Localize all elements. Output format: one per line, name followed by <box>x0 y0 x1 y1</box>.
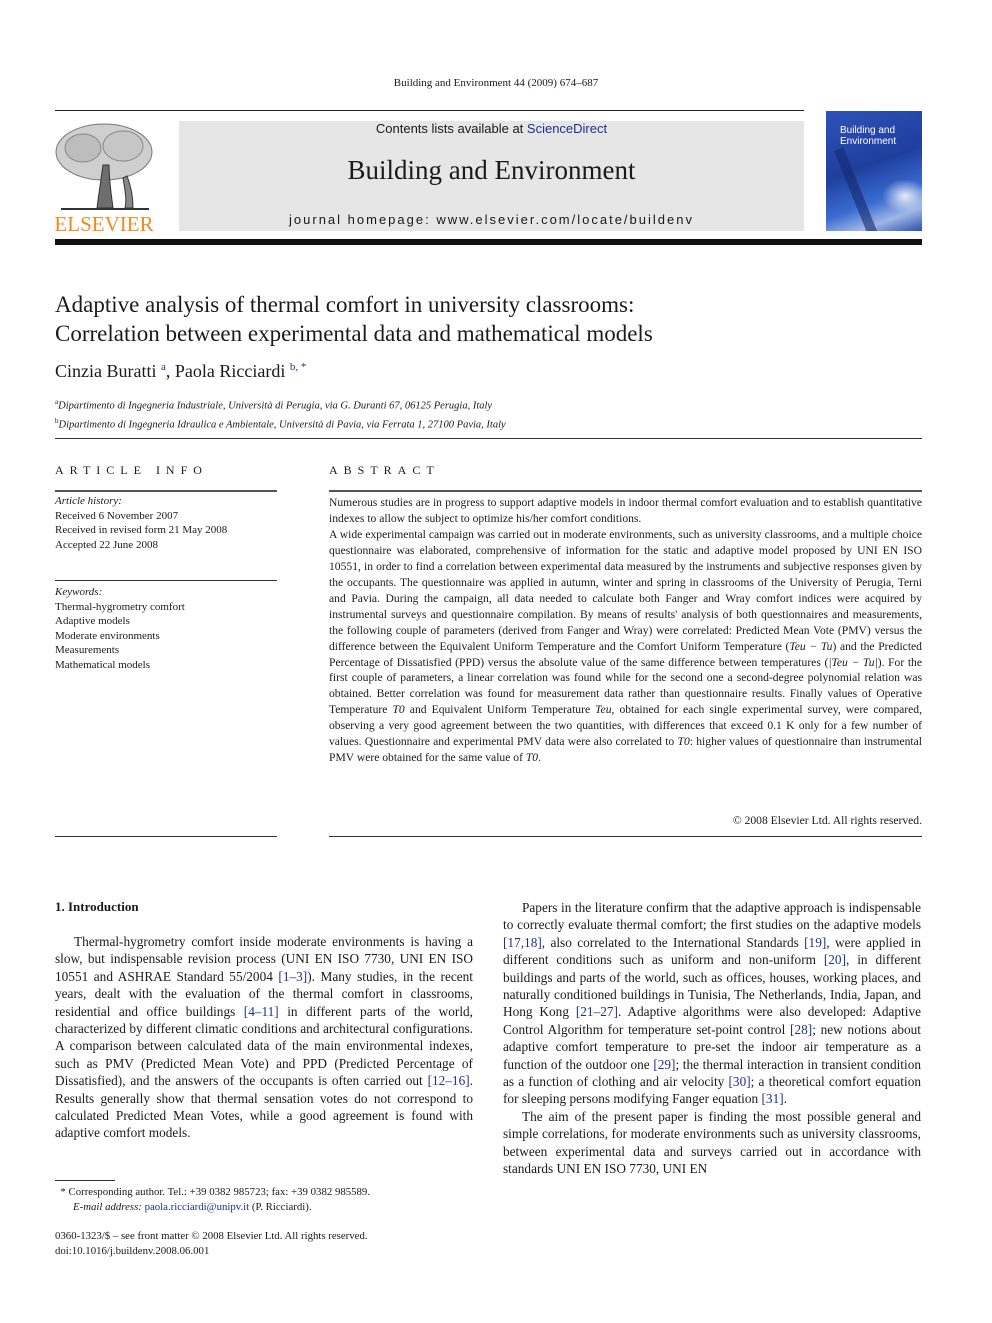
math-expression: |Teu − Tu| <box>828 655 878 669</box>
journal-name: Building and Environment <box>347 155 636 185</box>
history-item: Received in revised form 21 May 2008 <box>55 524 228 536</box>
doi-link[interactable]: doi:10.1016/j.buildenv.2008.06.001 <box>55 1244 368 1259</box>
journal-citation: Building and Environment 44 (2009) 674–6… <box>393 77 599 89</box>
citation-link[interactable]: [4–11] <box>244 1004 279 1019</box>
body-column-right: Papers in the literature confirm that th… <box>503 899 921 1178</box>
body-column-left: Thermal-hygrometry comfort inside modera… <box>55 933 473 1142</box>
citation-link[interactable]: [28] <box>790 1022 812 1037</box>
citation-link[interactable]: [30] <box>729 1074 751 1089</box>
math-symbol: T0 <box>677 735 690 749</box>
citation-link[interactable]: [17,18] <box>503 935 542 950</box>
keywords-rule <box>55 580 277 581</box>
math-symbol: T0 <box>392 703 405 717</box>
article-history: Article history: Received 6 November 200… <box>55 494 227 552</box>
citation-link[interactable]: [19] <box>804 935 826 950</box>
corresponding-author-footnote: * Corresponding author. Tel.: +39 0382 9… <box>60 1186 371 1213</box>
header-thick-rule <box>55 239 922 245</box>
email-label: E-mail address: <box>73 1200 145 1213</box>
front-matter-info: 0360-1323/$ – see front matter © 2008 El… <box>55 1229 368 1258</box>
section-heading-introduction: 1. Introduction <box>55 899 139 914</box>
footnote-rule <box>55 1180 115 1181</box>
author-name: Cinzia Buratti <box>55 361 157 381</box>
math-symbol: T0 <box>525 751 539 765</box>
citation-link[interactable]: [20] <box>824 952 846 967</box>
author-list: Cinzia Buratti a, Paola Ricciardi b, * <box>55 361 307 381</box>
citation-link[interactable]: [1–3] <box>278 969 307 984</box>
article-title: Adaptive analysis of thermal comfort in … <box>55 292 653 346</box>
journal-homepage[interactable]: journal homepage: www.elsevier.com/locat… <box>179 212 804 227</box>
math-symbol: Teu <box>595 703 612 717</box>
abstract-body: Numerous studies are in progress to supp… <box>329 495 922 766</box>
affiliations: aDipartimento di Ingegneria Industriale,… <box>55 395 506 432</box>
affiliation: bDipartimento di Ingegneria Idraulica e … <box>55 416 506 431</box>
abstract-paragraph: A wide experimental campaign was carried… <box>329 527 923 765</box>
math-expression: Teu − Tu <box>789 639 833 653</box>
history-label: Article history: <box>55 495 122 507</box>
article-info-heading: ARTICLE INFO <box>55 463 208 477</box>
issn-line: 0360-1323/$ – see front matter © 2008 El… <box>55 1230 368 1242</box>
citation-link[interactable]: [21–27] <box>576 1004 618 1019</box>
citation-link[interactable]: [29] <box>653 1057 675 1072</box>
journal-cover-image: Building and Environment <box>826 111 922 231</box>
title-rule <box>55 438 922 439</box>
author-email-link[interactable]: paola.ricciardi@unipv.it <box>145 1201 250 1213</box>
body-paragraph: Papers in the literature confirm that th… <box>503 900 921 1107</box>
keyword: Mathematical models <box>55 658 150 671</box>
abstract-paragraph: Numerous studies are in progress to supp… <box>329 496 922 525</box>
body-paragraph: Thermal-hygrometry comfort inside modera… <box>55 934 473 1141</box>
cover-title: Building and Environment <box>840 125 897 147</box>
body-paragraph: The aim of the present paper is finding … <box>503 1108 921 1177</box>
article-info-bottom-rule <box>55 836 277 837</box>
citation-link[interactable]: [31] <box>762 1091 784 1106</box>
author-name: Paola Ricciardi <box>174 361 286 381</box>
abstract-bottom-rule <box>329 836 922 837</box>
abstract-heading: ABSTRACT <box>329 463 440 477</box>
contents-prefix: Contents lists available at <box>375 121 527 136</box>
keyword: Moderate environments <box>55 629 160 642</box>
cover-cloud-graphic <box>882 179 922 213</box>
contents-line: Contents lists available at ScienceDirec… <box>179 121 804 136</box>
affiliation: aDipartimento di Ingegneria Industriale,… <box>55 398 493 412</box>
publisher-name: ELSEVIER <box>54 212 154 236</box>
keyword: Thermal-hygrometry comfort <box>55 600 185 613</box>
affiliation-marker[interactable]: b, * <box>290 361 307 373</box>
keywords-label: Keywords: <box>55 586 103 598</box>
abstract-copyright: © 2008 Elsevier Ltd. All rights reserved… <box>732 814 922 827</box>
keywords: Keywords: Thermal-hygrometry comfort Ada… <box>55 585 185 672</box>
tree-icon <box>55 123 153 210</box>
sciencedirect-link[interactable]: ScienceDirect <box>527 121 607 136</box>
citation-link[interactable]: [12–16] <box>428 1073 470 1088</box>
keyword: Measurements <box>55 644 120 656</box>
article-info-rule <box>55 490 277 492</box>
history-item: Received 6 November 2007 <box>55 509 179 522</box>
keyword: Adaptive models <box>55 615 130 627</box>
header-top-rule <box>55 110 804 111</box>
cover-building-graphic <box>834 147 885 231</box>
abstract-rule <box>329 490 922 492</box>
history-item: Accepted 22 June 2008 <box>55 538 158 551</box>
